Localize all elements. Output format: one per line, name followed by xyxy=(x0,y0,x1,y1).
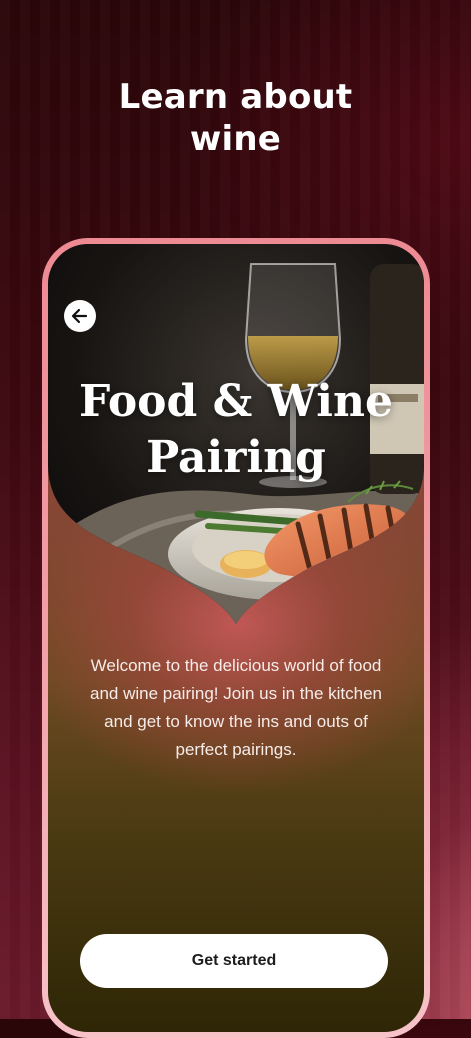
back-button[interactable] xyxy=(64,300,96,332)
intro-paragraph: Welcome to the delicious world of food a… xyxy=(89,656,382,759)
phone-mockup-frame: Food & Wine Pairing Welcome to the delic… xyxy=(42,238,430,1038)
get-started-button[interactable]: Get started xyxy=(80,934,388,988)
phone-screen: Food & Wine Pairing Welcome to the delic… xyxy=(48,244,424,1032)
onboarding-screen: { "page": { "headline": "Learn about\nwi… xyxy=(0,0,471,1038)
page-headline: Learn about wine xyxy=(118,77,353,159)
hero-title: Food & Wine Pairing xyxy=(79,376,393,483)
arrow-left-icon xyxy=(71,308,88,324)
